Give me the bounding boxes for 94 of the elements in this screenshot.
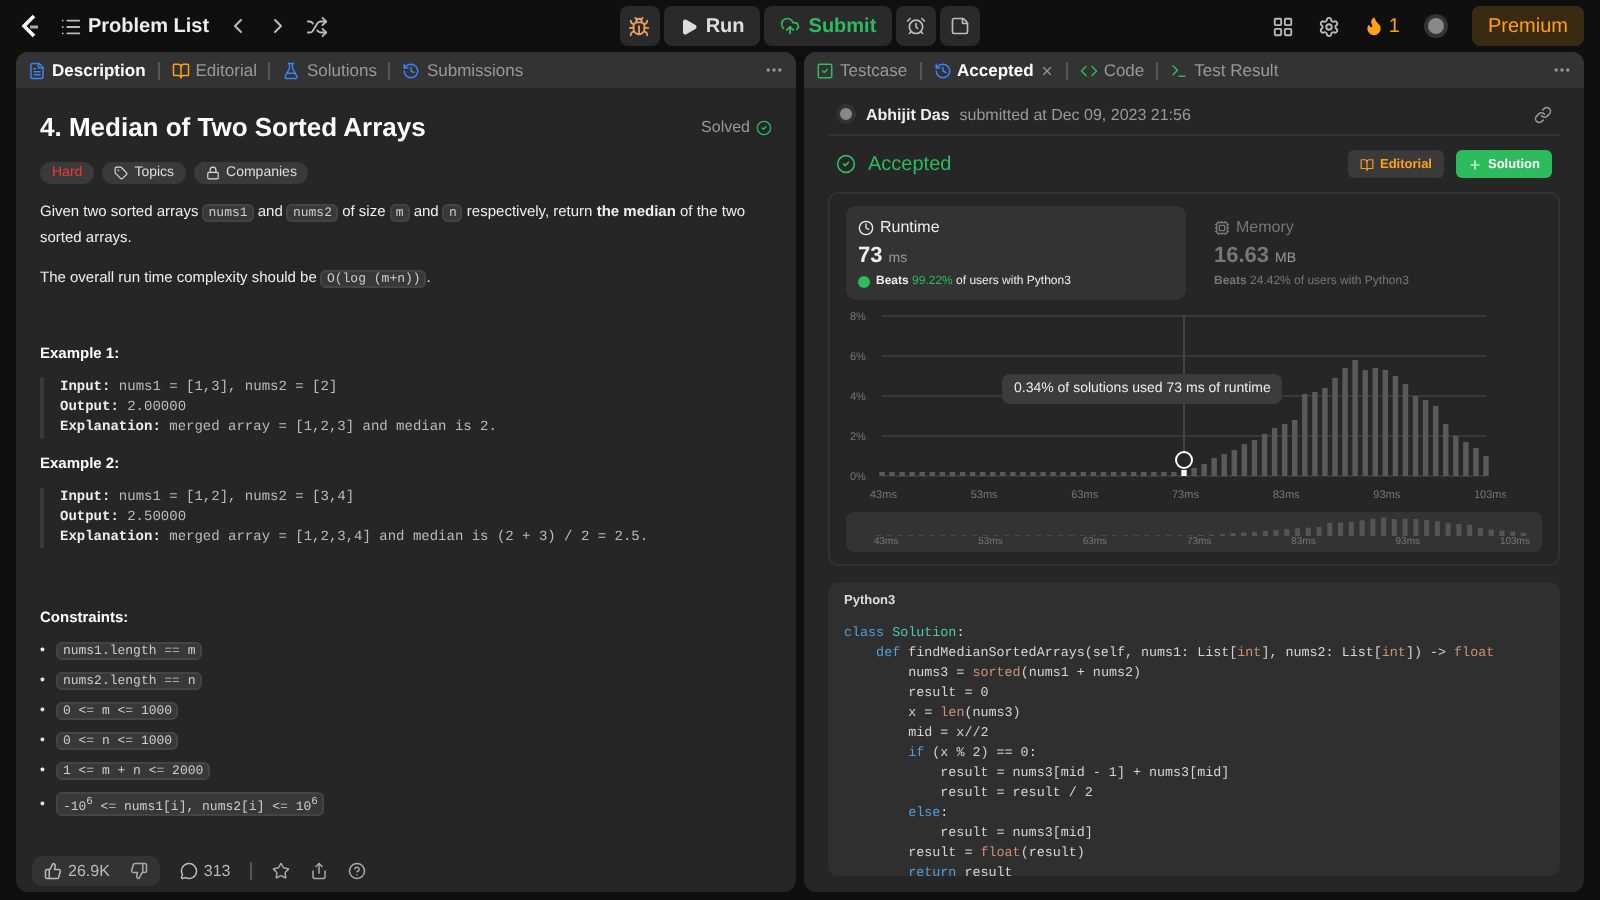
tab[interactable]: Code [1079,60,1145,80]
solved-status: Solved [701,118,750,136]
check-circle-icon [836,154,856,174]
history-icon [402,61,421,79]
close-icon[interactable] [1039,63,1054,77]
tab[interactable]: Description [28,60,146,80]
bar [1372,368,1378,476]
tab[interactable]: Editorial [171,60,257,80]
play-icon [679,17,698,35]
bar [1322,388,1328,476]
bar [1463,442,1469,476]
chip-icon [1214,219,1230,235]
checkbox-icon [816,61,834,79]
terminal-icon [1170,61,1189,79]
bar [1251,440,1258,476]
thumbs-up-icon [44,861,62,879]
tab[interactable]: Test Result [1170,60,1279,80]
list-icon [60,15,82,37]
bar [1342,368,1348,476]
bar [1483,456,1489,476]
debug-button[interactable] [619,6,660,46]
submit-button[interactable]: Submit [764,6,893,46]
settings-icon[interactable] [1318,15,1341,37]
flame-icon [1364,16,1385,36]
document-icon [28,61,46,79]
plus-icon [1468,157,1482,171]
bar [1201,464,1207,476]
submission-time: submitted at Dec 09, 2023 21:56 [959,105,1191,123]
status-dot [858,276,870,288]
bar [1402,384,1409,476]
tab[interactable]: Accepted [933,60,1054,80]
bar [1473,448,1479,476]
bar [1332,378,1338,476]
alarm-clock-icon [906,16,927,36]
bar [1231,450,1238,476]
share-icon[interactable] [310,861,329,879]
avatar [836,104,856,124]
bar [1412,396,1419,476]
upload-icon [780,16,801,36]
help-icon[interactable] [348,861,367,879]
bar [1292,420,1298,476]
lock-icon [206,166,221,180]
note-icon [950,16,971,36]
bar [1352,360,1358,476]
star-icon[interactable] [272,861,291,879]
bar [1432,406,1439,476]
bar [1362,370,1368,476]
tag-icon [114,166,129,180]
accepted-status: Accepted [868,153,952,175]
bar [1443,424,1449,476]
bar [1261,434,1268,476]
bar [1241,444,1248,476]
bar [1392,376,1399,476]
bar [1302,394,1308,476]
premium-button[interactable]: Premium [1471,6,1584,46]
bar [1191,468,1197,476]
avatar[interactable] [1423,14,1448,38]
comments-button[interactable]: 313 [179,861,231,879]
thumbs-down-icon[interactable] [129,861,148,879]
comment-icon [179,861,198,879]
shuffle-icon[interactable] [305,15,328,37]
bar [1211,458,1217,476]
flask-icon [282,61,301,79]
grid-icon[interactable] [1272,15,1295,37]
like-button[interactable]: 26.9K [44,861,110,879]
streak-counter[interactable]: 1 [1364,15,1400,37]
problem-list-link[interactable]: Problem List [60,15,210,37]
stat-title: Memory [1236,218,1294,236]
link-icon[interactable] [1534,105,1552,123]
problem-title: 4. Median of Two Sorted Arrays [40,112,426,142]
bug-icon [628,15,651,37]
history-icon [933,61,952,79]
bar [1453,436,1459,476]
logo-icon[interactable] [16,12,44,40]
bar [1271,428,1278,476]
alarm-button[interactable] [896,6,937,46]
tab[interactable]: Solutions [282,60,377,80]
check-circle-icon [756,119,772,135]
bar [1382,370,1389,476]
tab[interactable]: Testcase [816,60,908,80]
book-icon [171,61,190,79]
clock-icon [858,219,874,235]
bar [1312,392,1318,476]
code-icon [1079,61,1098,79]
bar [1181,470,1187,476]
run-button[interactable]: Run [663,6,761,46]
book-icon [1359,157,1374,171]
bar [1221,454,1227,476]
stat-title: Runtime [880,218,940,236]
note-button[interactable] [940,6,981,46]
bar [1281,424,1288,476]
tab[interactable]: Submissions [402,60,524,80]
bar [1422,400,1429,476]
user-name[interactable]: Abhijit Das [866,105,950,123]
